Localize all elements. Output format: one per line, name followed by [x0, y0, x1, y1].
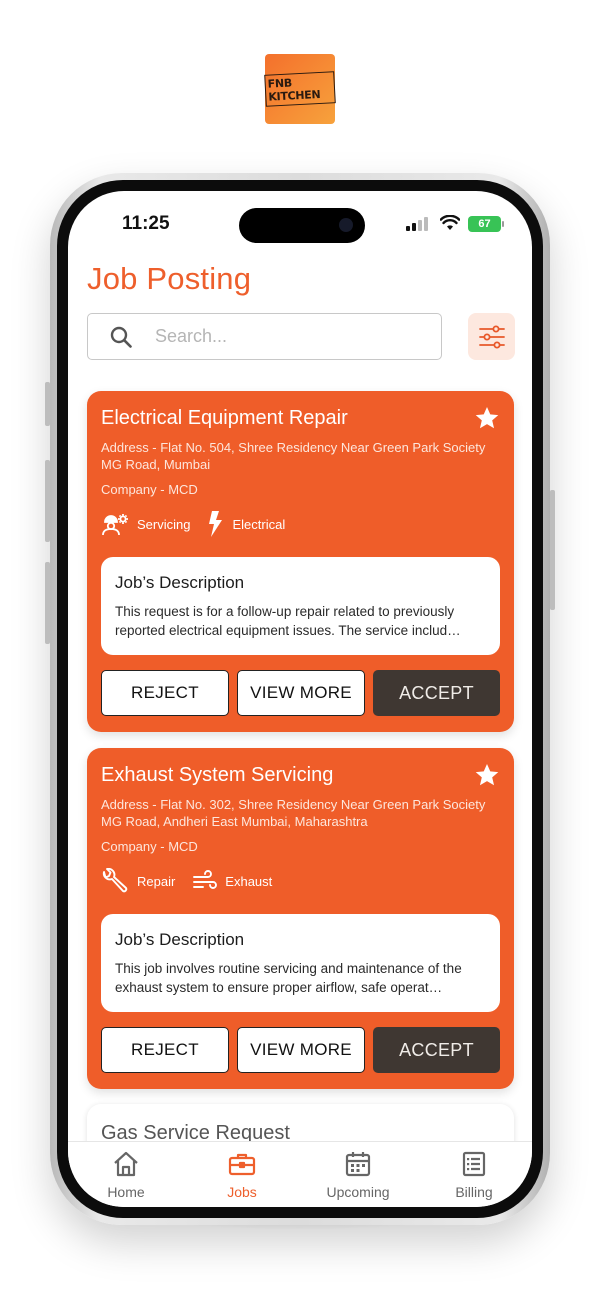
tag-label: Repair — [137, 873, 176, 889]
job-company: Company - MCD — [101, 482, 198, 497]
volume-up-button — [45, 460, 50, 542]
job-tags: Repair Exhaust — [101, 868, 290, 894]
view-more-button[interactable]: VIEW MORE — [237, 670, 365, 716]
tab-upcoming[interactable]: Upcoming — [300, 1142, 416, 1207]
briefcase-icon — [228, 1153, 256, 1176]
receipt-list-icon — [462, 1151, 486, 1177]
tag-label: Servicing — [137, 516, 191, 532]
battery-indicator: 67 — [468, 216, 504, 232]
tab-label: Billing — [455, 1184, 493, 1200]
job-title: Exhaust System Servicing — [101, 764, 334, 786]
search-bar[interactable] — [87, 313, 442, 360]
description-title: Job’s Description — [115, 573, 245, 592]
description-title: Job’s Description — [115, 930, 245, 949]
tab-label: Upcoming — [326, 1184, 390, 1200]
cellular-signal-icon — [406, 217, 428, 231]
lightning-icon — [209, 511, 223, 537]
tag-repair: Repair — [101, 868, 175, 894]
job-title: Electrical Equipment Repair — [101, 407, 348, 429]
tag-servicing: Servicing — [101, 512, 190, 536]
star-icon[interactable] — [474, 762, 500, 788]
reject-button[interactable]: REJECT — [101, 670, 229, 716]
job-description-box: Job’s Description This job involves rout… — [101, 914, 500, 1012]
dynamic-island — [239, 208, 365, 243]
filter-button[interactable] — [468, 313, 515, 360]
search-input[interactable] — [155, 326, 405, 347]
address-line2: MG Road, Andheri East Mumbai, Maharashtr… — [101, 813, 368, 829]
address-line2: MG Road, Mumbai — [101, 456, 211, 472]
page-title: Job Posting — [87, 261, 252, 296]
job-address: Address - Flat No. 302, Shree Residency … — [101, 797, 496, 830]
job-description-box: Job’s Description This request is for a … — [101, 557, 500, 655]
tab-label: Home — [107, 1184, 145, 1200]
job-card[interactable]: Exhaust System Servicing Address - Flat … — [87, 748, 514, 1089]
job-tags: Servicing Electrical — [101, 511, 303, 537]
mute-switch — [45, 382, 50, 426]
tag-label: Electrical — [232, 516, 286, 532]
battery-level: 67 — [478, 218, 491, 230]
address-line1: Address - Flat No. 302, Shree Residency … — [101, 797, 486, 812]
reject-button[interactable]: REJECT — [101, 1027, 229, 1073]
power-button — [550, 490, 555, 610]
description-text: This job involves routine servicing and … — [115, 961, 462, 995]
search-icon — [110, 326, 132, 348]
app-screen: 11:25 67 Job Posting Electrical Equipmen… — [68, 191, 532, 1207]
job-card[interactable]: Electrical Equipment Repair Address - Fl… — [87, 391, 514, 732]
accept-button[interactable]: ACCEPT — [373, 670, 500, 716]
camera-icon — [339, 218, 353, 232]
technician-gear-icon — [102, 514, 128, 536]
address-line1: Address - Flat No. 504, Shree Residency … — [101, 440, 486, 455]
star-icon[interactable] — [474, 405, 500, 431]
wrench-icon — [102, 868, 128, 893]
tag-label: Exhaust — [225, 873, 273, 889]
filter-sliders-icon — [478, 325, 505, 348]
wifi-icon — [440, 215, 460, 230]
fnb-kitchen-logo: FNB KITCHEN — [264, 54, 336, 124]
tab-label: Jobs — [227, 1184, 257, 1200]
bottom-tab-bar: Home Jobs Upcoming Billing — [68, 1141, 532, 1207]
tab-billing[interactable]: Billing — [416, 1142, 532, 1207]
tab-jobs[interactable]: Jobs — [184, 1142, 300, 1207]
view-more-button[interactable]: VIEW MORE — [237, 1027, 365, 1073]
tag-exhaust: Exhaust — [193, 870, 272, 892]
volume-down-button — [45, 562, 50, 644]
wind-icon — [193, 870, 218, 889]
status-time: 11:25 — [122, 213, 170, 234]
job-company: Company - MCD — [101, 839, 198, 854]
logo-text: FNB KITCHEN — [264, 71, 336, 107]
tab-home[interactable]: Home — [68, 1142, 184, 1207]
job-address: Address - Flat No. 504, Shree Residency … — [101, 440, 496, 473]
tag-electrical: Electrical — [208, 511, 285, 537]
calendar-icon — [345, 1152, 371, 1177]
home-icon — [114, 1151, 138, 1177]
description-text: This request is for a follow-up repair r… — [115, 604, 461, 638]
accept-button[interactable]: ACCEPT — [373, 1027, 500, 1073]
